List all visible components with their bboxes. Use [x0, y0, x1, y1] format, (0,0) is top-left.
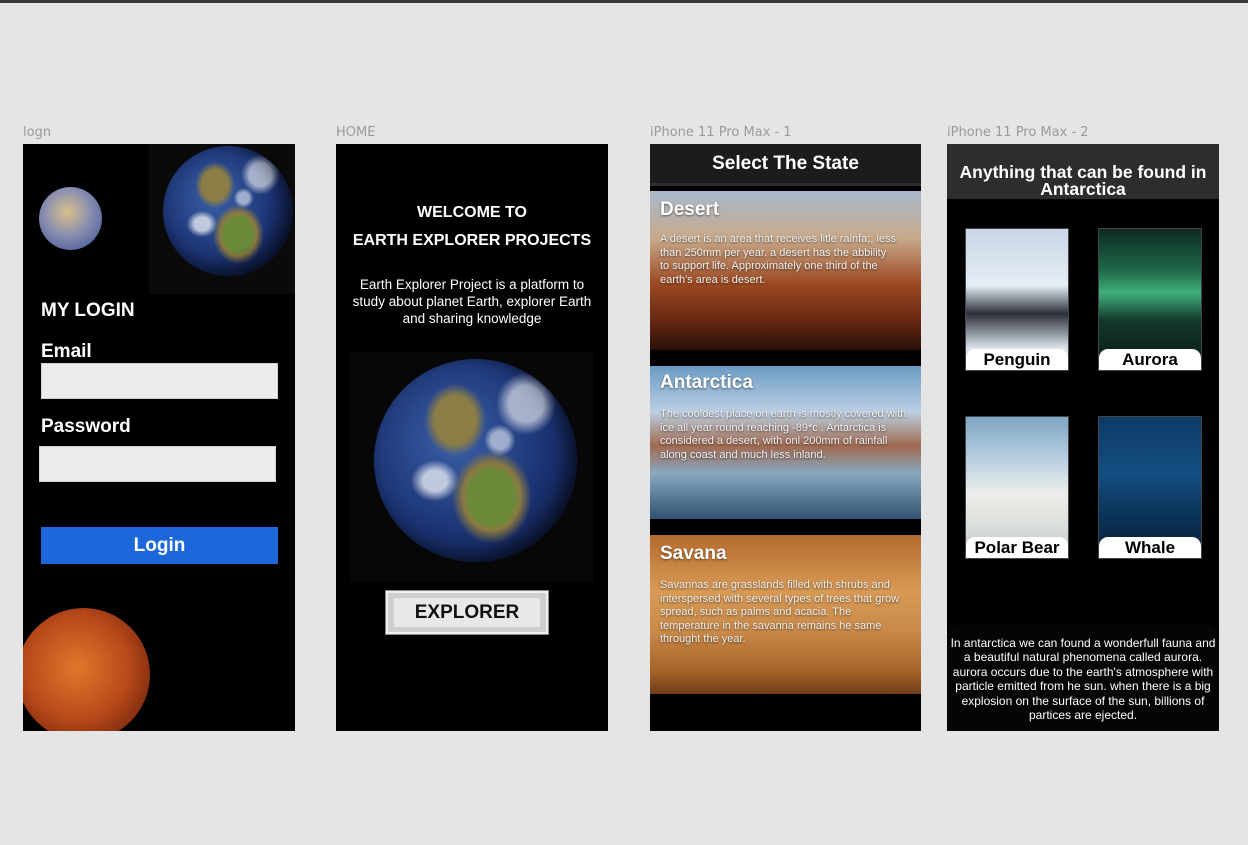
login-heading: MY LOGIN	[41, 300, 135, 321]
state-title: Desert	[660, 199, 720, 220]
top-bar	[0, 0, 1248, 3]
state-text: Savannas are grasslands filled with shru…	[660, 579, 900, 646]
states-header: Select The State	[650, 144, 921, 186]
state-card-antarctica[interactable]: Antarctica The cooldest place on earth i…	[650, 366, 921, 519]
states-frame: Select The State Desert A desert is an a…	[650, 144, 921, 731]
password-label: Password	[41, 416, 131, 437]
frame-label-states[interactable]: iPhone 11 Pro Max - 1	[650, 125, 792, 140]
tile-label: Aurora	[1099, 349, 1201, 370]
home-description: Earth Explorer Project is a platform to …	[352, 277, 592, 326]
frame-label-login[interactable]: logn	[23, 125, 51, 140]
mercury-image	[39, 187, 102, 250]
antarctica-info-text: In antarctica we can found a wonderfull …	[947, 624, 1219, 731]
antarctica-header: Anything that can be found in Antarctica	[947, 144, 1219, 199]
frame-label-home[interactable]: HOME	[336, 125, 375, 140]
state-card-desert[interactable]: Desert A desert is an area that receives…	[650, 191, 921, 350]
tile-aurora[interactable]: Aurora	[1098, 228, 1202, 371]
tile-whale[interactable]: Whale	[1098, 416, 1202, 559]
moon-image	[23, 608, 150, 731]
login-button[interactable]: Login	[41, 527, 278, 564]
earth-image	[374, 359, 577, 562]
home-frame: WELCOME TO EARTH EXPLORER PROJECTS Earth…	[336, 144, 608, 731]
email-label: Email	[41, 341, 92, 362]
welcome-line-2: EARTH EXPLORER PROJECTS	[352, 232, 592, 249]
tile-label: Penguin	[966, 349, 1068, 370]
tile-polar-bear[interactable]: Polar Bear	[965, 416, 1069, 559]
antarctica-frame: Anything that can be found in Antarctica…	[947, 144, 1219, 731]
tile-penguin[interactable]: Penguin	[965, 228, 1069, 371]
state-text: A desert is an area that receives litle …	[660, 233, 897, 286]
welcome-line-1: WELCOME TO	[417, 204, 527, 221]
login-frame: MY LOGIN Email Password Login	[23, 144, 295, 731]
frame-label-antarctica[interactable]: iPhone 11 Pro Max - 2	[947, 125, 1089, 140]
explorer-button[interactable]: EXPLORER	[385, 590, 549, 635]
explorer-button-label: EXPLORER	[394, 598, 540, 627]
earth-image	[163, 146, 293, 276]
state-title: Antarctica	[660, 372, 753, 393]
tile-label: Whale	[1099, 537, 1201, 558]
email-field[interactable]	[41, 363, 278, 399]
password-field[interactable]	[39, 446, 276, 482]
state-card-savana[interactable]: Savana Savannas are grasslands filled wi…	[650, 535, 921, 694]
state-text: The cooldest place on earth is mostly co…	[660, 408, 907, 461]
state-title: Savana	[660, 543, 727, 564]
tile-label: Polar Bear	[966, 537, 1068, 558]
